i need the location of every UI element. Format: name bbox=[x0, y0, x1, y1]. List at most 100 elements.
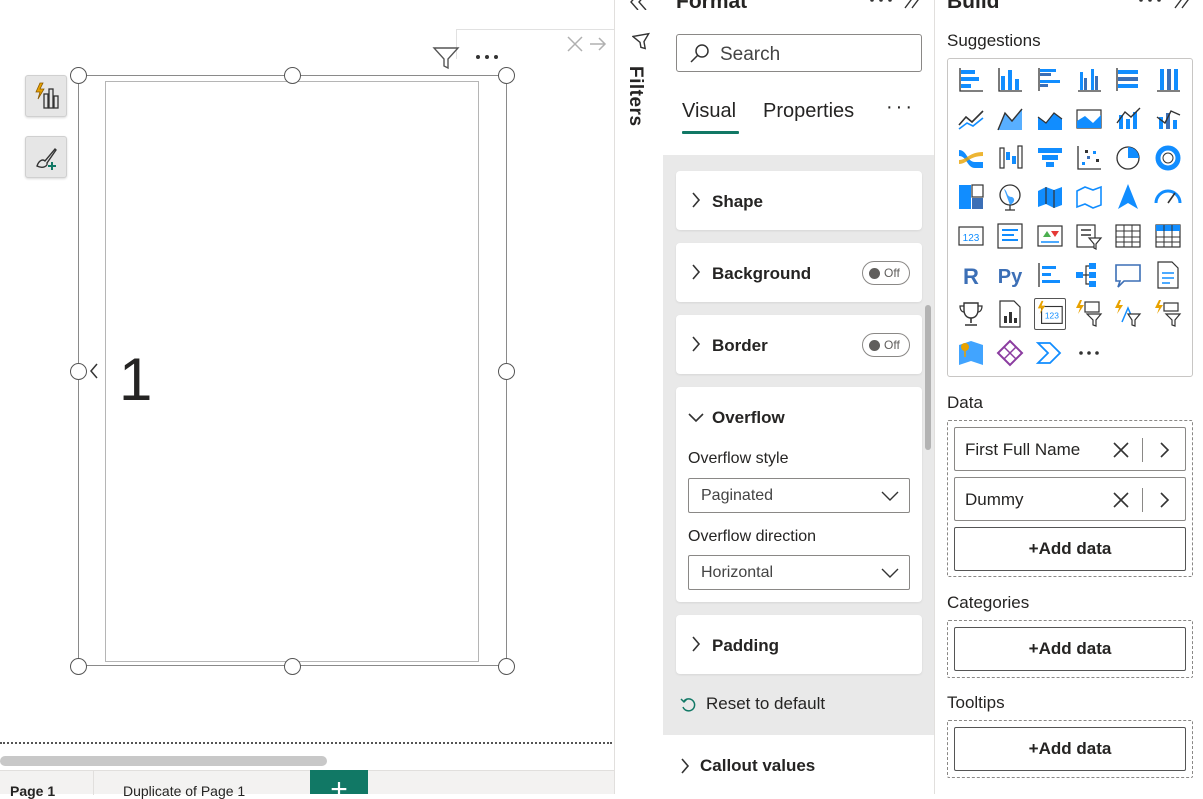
tabs-more-button[interactable]: ··· bbox=[886, 96, 915, 119]
background-toggle[interactable]: Off bbox=[862, 261, 910, 285]
slicer-icon[interactable] bbox=[1073, 220, 1105, 252]
resize-handle-top[interactable] bbox=[284, 67, 301, 84]
gauge-icon[interactable] bbox=[1152, 181, 1184, 213]
filled-map-icon[interactable] bbox=[1034, 181, 1066, 213]
border-card[interactable]: Border Off bbox=[676, 315, 922, 374]
line-stacked-column-icon[interactable] bbox=[1152, 103, 1184, 135]
goals-icon[interactable] bbox=[955, 298, 987, 330]
kpi-icon[interactable] bbox=[1034, 220, 1066, 252]
overflow-style-value: Paginated bbox=[701, 487, 774, 504]
horizontal-scrollbar[interactable] bbox=[0, 756, 327, 766]
smart-narrative-icon[interactable] bbox=[1152, 259, 1184, 291]
report-canvas[interactable]: 1 Page 1 Duplicate of Page 1 + bbox=[0, 0, 614, 799]
overflow-direction-select[interactable]: Horizontal bbox=[688, 555, 910, 590]
add-data-button-categories[interactable]: +Add data bbox=[954, 627, 1186, 671]
field-pill-first-full-name[interactable]: First Full Name bbox=[954, 427, 1186, 471]
python-icon[interactable]: Py bbox=[994, 259, 1026, 291]
build-more-icon[interactable] bbox=[1137, 0, 1163, 6]
format-more-icon[interactable] bbox=[868, 0, 894, 6]
remove-field-icon[interactable] bbox=[1111, 490, 1131, 510]
ai-funnel-icon[interactable] bbox=[1152, 298, 1184, 330]
format-painter-button[interactable] bbox=[25, 136, 67, 178]
funnel-chart-icon[interactable] bbox=[1034, 142, 1066, 174]
format-scrollbar[interactable] bbox=[925, 305, 931, 450]
add-data-button-data[interactable]: +Add data bbox=[954, 527, 1186, 571]
resize-handle-bottom-right[interactable] bbox=[498, 658, 515, 675]
map-icon[interactable] bbox=[994, 181, 1026, 213]
quick-insights-button[interactable] bbox=[25, 75, 67, 117]
tab-properties[interactable]: Properties bbox=[763, 100, 854, 123]
resize-handle-bottom[interactable] bbox=[284, 658, 301, 675]
background-card[interactable]: Background Off bbox=[676, 243, 922, 302]
line-chart-icon[interactable] bbox=[955, 103, 987, 135]
card-visual-inner bbox=[105, 81, 479, 662]
overflow-card-title[interactable]: Overflow bbox=[712, 408, 785, 428]
arcgis-map-icon[interactable] bbox=[955, 337, 987, 369]
format-search-input[interactable]: Search bbox=[676, 34, 922, 72]
tab-duplicate-page-1[interactable]: Duplicate of Page 1 bbox=[123, 783, 245, 799]
more-options-icon[interactable] bbox=[474, 52, 500, 62]
collapse-filters-icon[interactable] bbox=[628, 0, 650, 10]
resize-handle-bottom-left[interactable] bbox=[70, 658, 87, 675]
chevron-left-icon[interactable] bbox=[88, 362, 100, 380]
field-pill-dummy[interactable]: Dummy bbox=[954, 477, 1186, 521]
collapse-build-icon[interactable] bbox=[1172, 0, 1194, 10]
treemap-icon[interactable] bbox=[955, 181, 987, 213]
multi-row-card-icon[interactable] bbox=[994, 220, 1026, 252]
resize-handle-right[interactable] bbox=[498, 363, 515, 380]
stacked-bar-chart-icon[interactable] bbox=[955, 64, 987, 96]
azure-map-icon[interactable] bbox=[1112, 181, 1144, 213]
waterfall-chart-icon[interactable] bbox=[994, 142, 1026, 174]
scatter-chart-icon[interactable] bbox=[1073, 142, 1105, 174]
100-stacked-column-icon[interactable] bbox=[1152, 64, 1184, 96]
r-script-icon[interactable]: R bbox=[955, 259, 987, 291]
100-stacked-bar-icon[interactable] bbox=[1112, 64, 1144, 96]
expand-field-icon[interactable] bbox=[1157, 440, 1171, 460]
decomposition-tree-icon[interactable] bbox=[1073, 259, 1105, 291]
ribbon-chart-icon[interactable] bbox=[955, 142, 987, 174]
ai-card-icon[interactable]: 123 bbox=[1033, 298, 1066, 330]
collapse-format-icon[interactable] bbox=[902, 0, 924, 10]
resize-handle-left[interactable] bbox=[70, 363, 87, 380]
qna-icon[interactable] bbox=[1112, 259, 1144, 291]
ribbon-line-icon[interactable] bbox=[1073, 103, 1105, 135]
power-apps-icon[interactable] bbox=[994, 337, 1026, 369]
expand-field-icon[interactable] bbox=[1157, 490, 1171, 510]
filters-label[interactable]: Filters bbox=[624, 66, 646, 127]
overflow-style-select[interactable]: Paginated bbox=[688, 478, 910, 513]
donut-chart-icon[interactable] bbox=[1152, 142, 1184, 174]
stacked-column-chart-icon[interactable] bbox=[994, 64, 1026, 96]
resize-handle-top-right[interactable] bbox=[498, 67, 515, 84]
stacked-area-chart-icon[interactable] bbox=[1034, 103, 1066, 135]
tab-page-1[interactable]: Page 1 bbox=[10, 783, 55, 799]
add-data-button-tooltips[interactable]: +Add data bbox=[954, 727, 1186, 771]
table-icon[interactable] bbox=[1112, 220, 1144, 252]
close-icon[interactable] bbox=[565, 35, 585, 53]
card-icon[interactable]: 123 bbox=[955, 220, 987, 252]
chevron-down-icon[interactable] bbox=[687, 411, 705, 423]
search-placeholder: Search bbox=[720, 44, 781, 65]
add-page-button[interactable]: + bbox=[310, 770, 368, 794]
matrix-icon[interactable] bbox=[1152, 220, 1184, 252]
shape-map-icon[interactable] bbox=[1073, 181, 1105, 213]
power-automate-icon[interactable] bbox=[1034, 337, 1066, 369]
border-toggle[interactable]: Off bbox=[862, 333, 910, 357]
ai-slicer-icon[interactable] bbox=[1073, 298, 1105, 330]
key-influencers-icon[interactable] bbox=[1034, 259, 1066, 291]
clustered-bar-chart-icon[interactable] bbox=[1034, 64, 1066, 96]
callout-values-card[interactable]: Callout values bbox=[663, 735, 934, 794]
arrow-right-icon[interactable] bbox=[588, 35, 608, 53]
padding-card[interactable]: Padding bbox=[676, 615, 922, 674]
shape-card[interactable]: Shape bbox=[676, 171, 922, 230]
tab-visual[interactable]: Visual bbox=[682, 100, 736, 123]
area-chart-icon[interactable] bbox=[994, 103, 1026, 135]
ai-filter-chart-icon[interactable] bbox=[1112, 298, 1144, 330]
clustered-column-chart-icon[interactable] bbox=[1073, 64, 1105, 96]
paginated-report-icon[interactable] bbox=[994, 298, 1026, 330]
line-clustered-column-icon[interactable] bbox=[1112, 103, 1144, 135]
pie-chart-icon[interactable] bbox=[1112, 142, 1144, 174]
remove-field-icon[interactable] bbox=[1111, 440, 1131, 460]
resize-handle-top-left[interactable] bbox=[70, 67, 87, 84]
filter-icon[interactable] bbox=[432, 46, 460, 70]
more-visuals-icon[interactable] bbox=[1073, 337, 1105, 369]
